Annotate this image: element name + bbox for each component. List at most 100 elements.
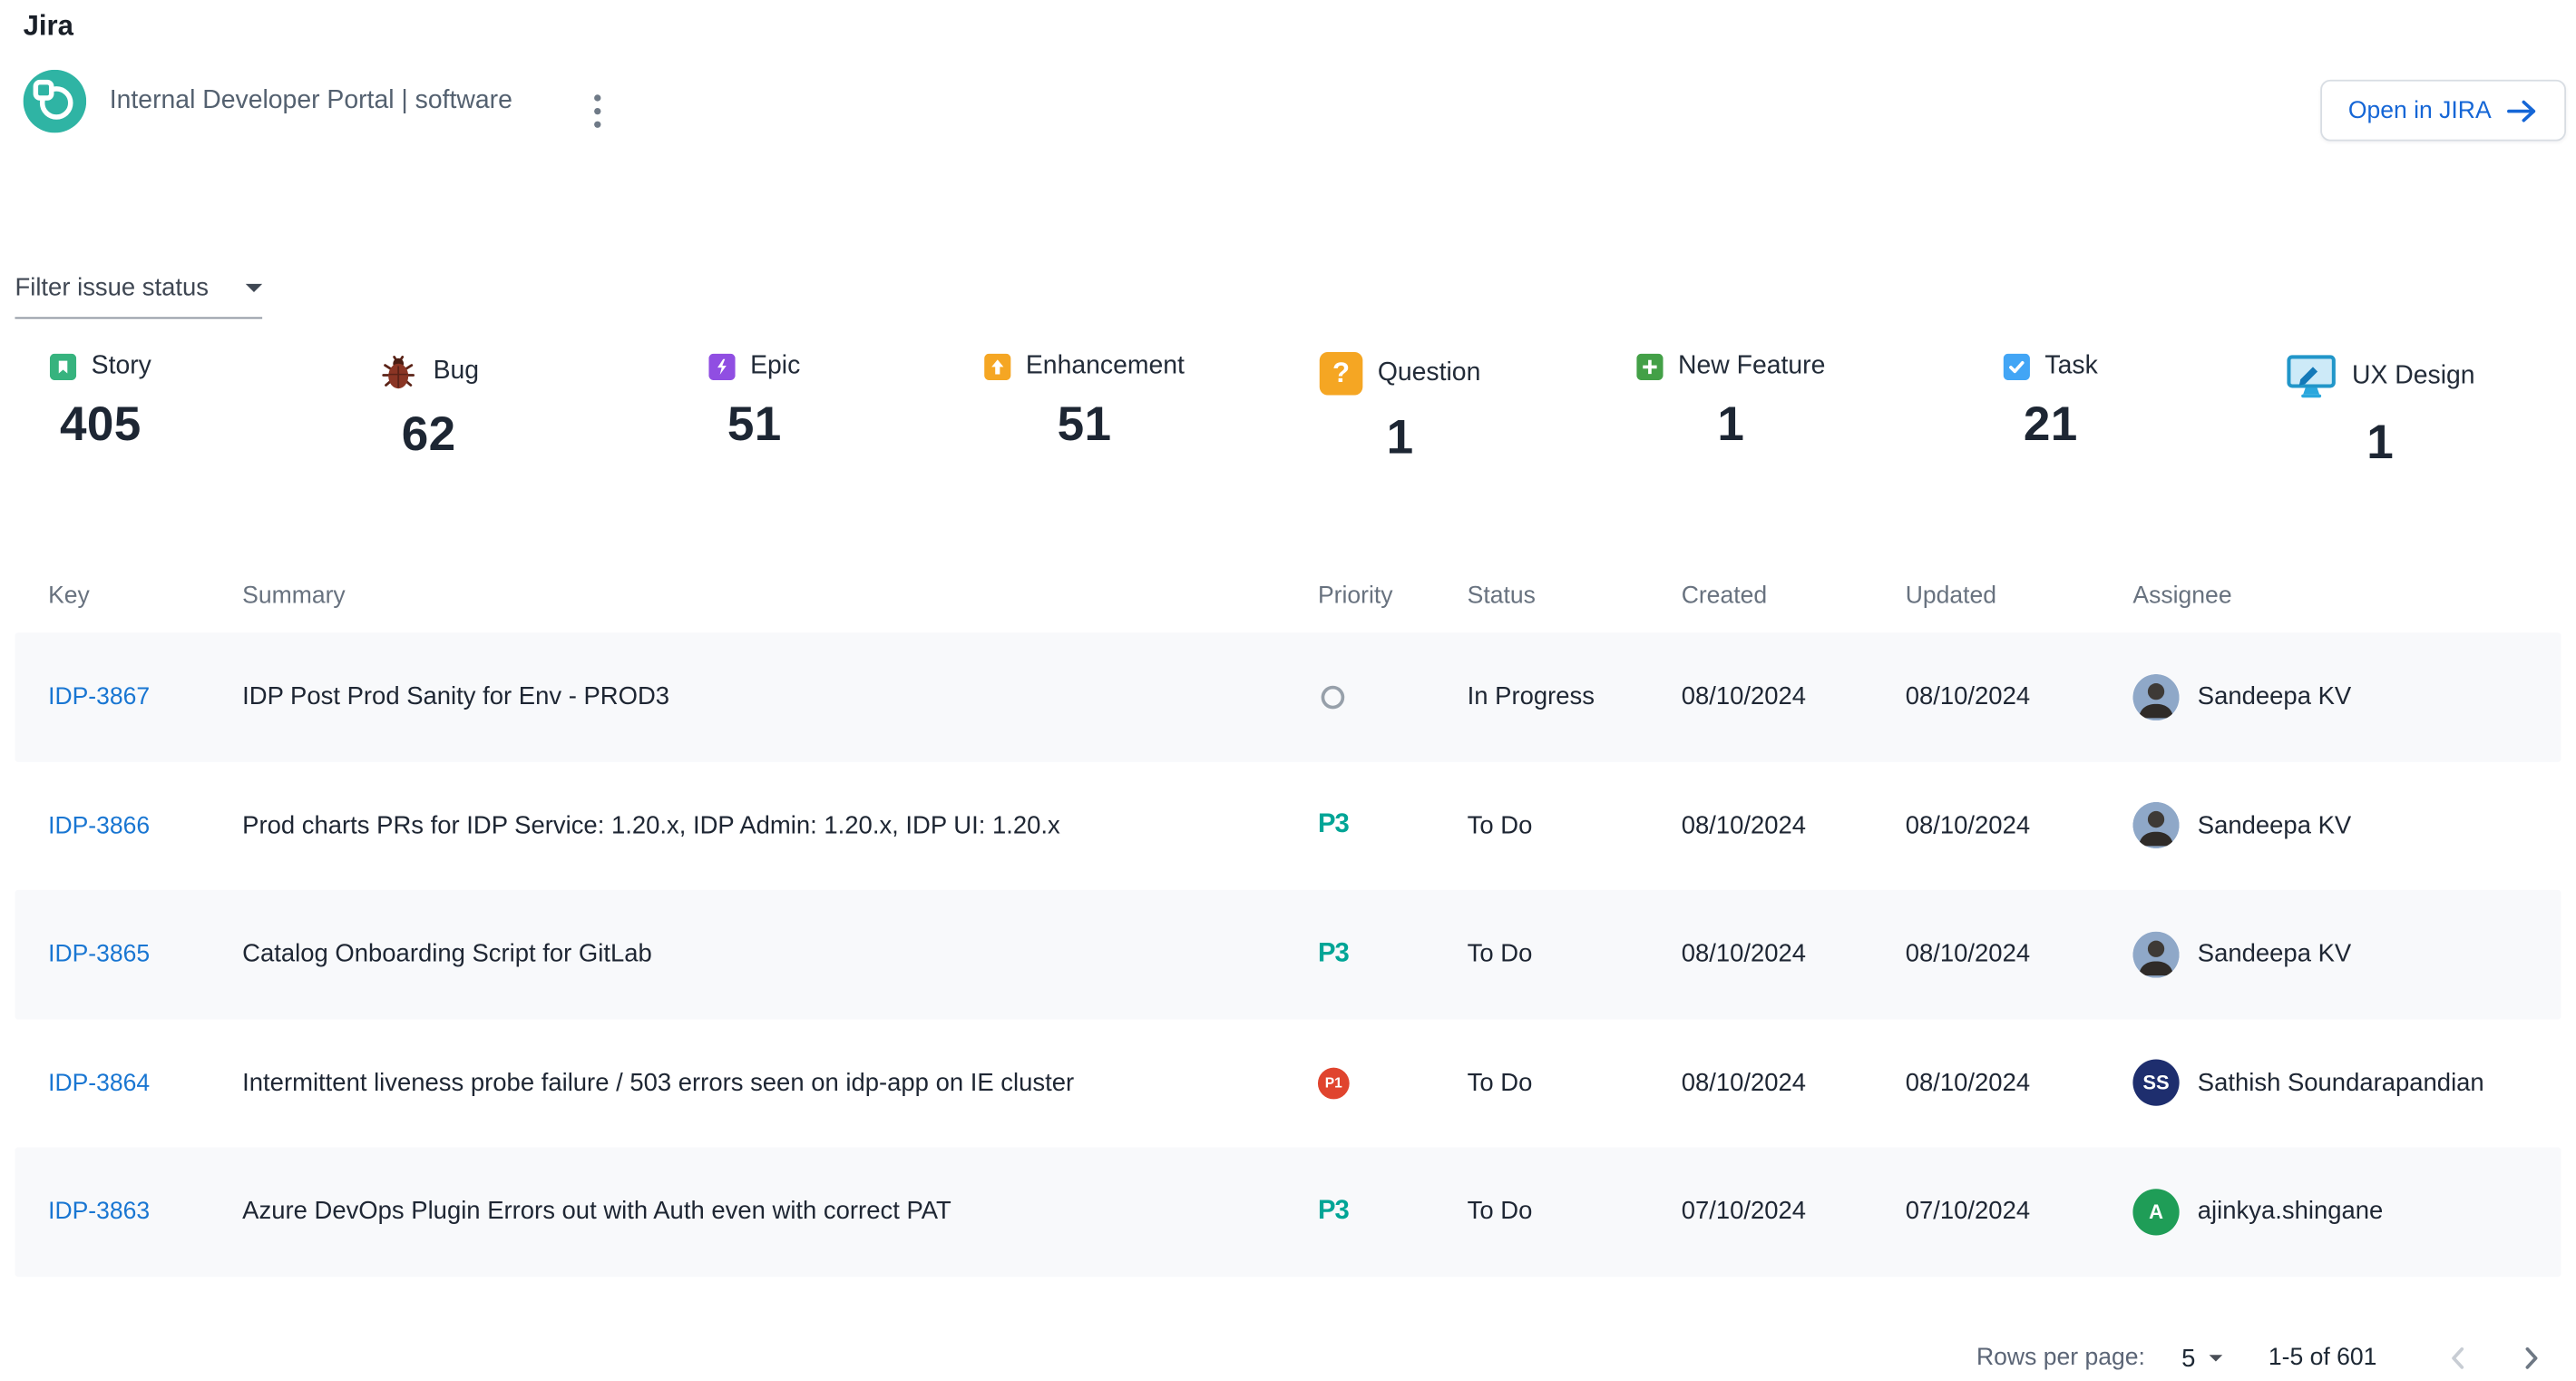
counter-bug: Bug 62 bbox=[378, 352, 479, 464]
counter-label: Epic bbox=[750, 352, 800, 382]
issue-updated: 08/10/2024 bbox=[1906, 811, 2133, 839]
issue-key-link[interactable]: IDP-3866 bbox=[48, 813, 150, 839]
project-logo-icon bbox=[24, 70, 87, 133]
ux-design-icon bbox=[2286, 352, 2337, 400]
chevron-left-icon[interactable] bbox=[2434, 1333, 2483, 1381]
counter-count: 21 bbox=[2024, 398, 2078, 453]
issue-updated: 08/10/2024 bbox=[1906, 683, 2133, 711]
assignee-name: Sandeepa KV bbox=[2198, 811, 2351, 839]
avatar: A bbox=[2132, 1189, 2179, 1235]
issue-key-link[interactable]: IDP-3865 bbox=[48, 942, 150, 968]
story-icon bbox=[50, 354, 76, 380]
issue-status: To Do bbox=[1468, 940, 1682, 968]
counter-task: Task 21 bbox=[2004, 352, 2098, 454]
column-header-summary: Summary bbox=[242, 582, 1301, 608]
chevron-right-icon[interactable] bbox=[2506, 1333, 2556, 1381]
counter-count: 51 bbox=[1058, 398, 1112, 453]
column-header-status: Status bbox=[1468, 582, 1682, 608]
table-row: IDP-3866 Prod charts PRs for IDP Service… bbox=[15, 761, 2561, 890]
issue-status: To Do bbox=[1468, 1198, 1682, 1226]
column-header-key: Key bbox=[15, 582, 242, 608]
counter-count: 62 bbox=[402, 408, 456, 463]
pagination-range: 1-5 of 601 bbox=[2269, 1345, 2377, 1371]
priority-p3-icon: P3 bbox=[1318, 1197, 1349, 1227]
caret-down-icon bbox=[246, 284, 262, 292]
caret-down-icon bbox=[2209, 1355, 2222, 1361]
priority-p1-icon: P1 bbox=[1318, 1067, 1350, 1099]
counter-story: Story 405 bbox=[50, 352, 151, 454]
counter-enhancement: Enhancement 51 bbox=[984, 352, 1185, 454]
table-row: IDP-3867 IDP Post Prod Sanity for Env - … bbox=[15, 632, 2561, 761]
assignee-name: Sandeepa KV bbox=[2198, 683, 2351, 711]
counter-question: ? Question 1 bbox=[1320, 352, 1481, 466]
issue-updated: 08/10/2024 bbox=[1906, 1069, 2133, 1097]
issue-summary: Catalog Onboarding Script for GitLab bbox=[242, 940, 1301, 968]
counter-new-feature: New Feature 1 bbox=[1636, 352, 1825, 454]
page-title: Jira bbox=[24, 10, 73, 44]
priority-p3-icon: P3 bbox=[1318, 810, 1349, 840]
counter-count: 1 bbox=[1717, 398, 1744, 453]
filter-issue-status-label: Filter issue status bbox=[15, 274, 209, 302]
jira-plugin-card: Jira Internal Developer Portal | softwar… bbox=[0, 0, 2576, 1381]
counter-epic: Epic 51 bbox=[708, 352, 800, 454]
table-row: IDP-3865 Catalog Onboarding Script for G… bbox=[15, 890, 2561, 1019]
epic-icon bbox=[708, 354, 735, 380]
issue-created: 08/10/2024 bbox=[1682, 683, 1906, 711]
column-header-assignee: Assignee bbox=[2132, 582, 2561, 608]
assignee-name: ajinkya.shingane bbox=[2198, 1198, 2383, 1226]
counter-label: New Feature bbox=[1678, 352, 1825, 382]
counter-ux-design: UX Design 1 bbox=[2286, 352, 2475, 472]
question-icon: ? bbox=[1320, 352, 1363, 396]
table-pagination: Rows per page: 5 1-5 of 601 bbox=[1976, 1325, 2556, 1381]
rows-per-page-label: Rows per page: bbox=[1976, 1345, 2145, 1371]
issues-table: Key Summary Priority Status Created Upda… bbox=[15, 558, 2561, 1276]
counter-count: 1 bbox=[1387, 412, 1414, 466]
counter-label: Task bbox=[2044, 352, 2097, 382]
assignee-name: Sathish Soundarapandian bbox=[2198, 1069, 2484, 1097]
issue-status: In Progress bbox=[1468, 683, 1682, 711]
bug-icon bbox=[378, 352, 418, 392]
arrow-right-icon bbox=[2506, 99, 2538, 122]
kebab-menu-icon[interactable] bbox=[581, 86, 614, 136]
avatar: SS bbox=[2132, 1060, 2179, 1106]
issue-summary: IDP Post Prod Sanity for Env - PROD3 bbox=[242, 683, 1301, 711]
issue-created: 08/10/2024 bbox=[1682, 811, 1906, 839]
issue-summary: Intermittent liveness probe failure / 50… bbox=[242, 1069, 1301, 1097]
rows-per-page-select[interactable]: 5 bbox=[2181, 1344, 2222, 1372]
assignee-name: Sandeepa KV bbox=[2198, 940, 2351, 968]
open-in-jira-label: Open in JIRA bbox=[2348, 97, 2492, 123]
card-subheader: Internal Developer Portal | software bbox=[24, 68, 512, 134]
enhancement-icon bbox=[984, 354, 1010, 380]
table-row: IDP-3864 Intermittent liveness probe fai… bbox=[15, 1019, 2561, 1148]
priority-p3-icon: P3 bbox=[1318, 939, 1349, 969]
counter-label: Enhancement bbox=[1026, 352, 1185, 382]
issue-summary: Azure DevOps Plugin Errors out with Auth… bbox=[242, 1198, 1301, 1226]
issue-status: To Do bbox=[1468, 1069, 1682, 1097]
avatar bbox=[2132, 802, 2179, 848]
avatar bbox=[2132, 673, 2179, 720]
issue-key-link[interactable]: IDP-3863 bbox=[48, 1200, 150, 1226]
project-name: Internal Developer Portal | software bbox=[110, 86, 512, 116]
rows-per-page-value: 5 bbox=[2181, 1344, 2195, 1372]
counter-label: Story bbox=[92, 352, 151, 382]
counter-label: UX Design bbox=[2352, 361, 2475, 391]
issue-status: To Do bbox=[1468, 811, 1682, 839]
issue-key-link[interactable]: IDP-3867 bbox=[48, 684, 150, 710]
avatar bbox=[2132, 931, 2179, 977]
priority-none-icon bbox=[1322, 685, 1345, 709]
counter-count: 51 bbox=[727, 398, 782, 453]
issue-created: 08/10/2024 bbox=[1682, 1069, 1906, 1097]
issue-created: 07/10/2024 bbox=[1682, 1198, 1906, 1226]
task-icon bbox=[2004, 354, 2030, 380]
issue-created: 08/10/2024 bbox=[1682, 940, 1906, 968]
column-header-updated: Updated bbox=[1906, 582, 2133, 608]
new-feature-icon bbox=[1636, 354, 1663, 380]
counter-label: Bug bbox=[434, 357, 479, 387]
column-header-created: Created bbox=[1682, 582, 1906, 608]
issue-key-link[interactable]: IDP-3864 bbox=[48, 1071, 150, 1097]
counter-label: Question bbox=[1378, 358, 1481, 388]
open-in-jira-button[interactable]: Open in JIRA bbox=[2320, 80, 2566, 142]
filter-issue-status-select[interactable]: Filter issue status bbox=[15, 274, 262, 318]
issue-updated: 08/10/2024 bbox=[1906, 940, 2133, 968]
counter-count: 405 bbox=[60, 398, 141, 453]
